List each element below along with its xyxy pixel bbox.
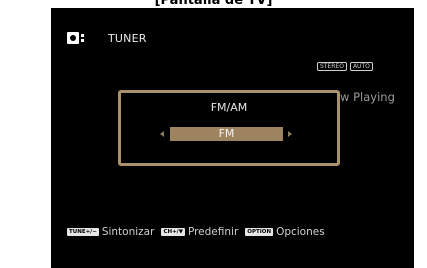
right-arrow-icon[interactable] (288, 131, 292, 137)
channel-key-icon: CH+/▼ (161, 228, 185, 236)
auto-badge: AUTO (349, 62, 373, 71)
status-badges: STEREO AUTO (317, 62, 373, 71)
preset-hint-label: Predefinir (187, 226, 239, 238)
options-hint-label: Opciones (276, 226, 325, 238)
band-select-dialog: FM/AM FM (118, 90, 340, 166)
tune-hint-label: Sintonizar (101, 226, 155, 238)
left-arrow-icon[interactable] (160, 131, 164, 137)
radio-icon (67, 32, 84, 44)
tune-key-icon: TUNE+/− (67, 228, 99, 236)
stereo-badge: STEREO (317, 62, 347, 71)
band-value-selector[interactable]: FM (170, 127, 283, 141)
option-key-icon: OPTION (245, 228, 274, 236)
dialog-title: FM/AM (210, 101, 248, 114)
source-label: TUNER (108, 32, 147, 45)
tv-screen: TUNER STEREO AUTO ow Playing FM/AM FM TU… (51, 8, 414, 268)
footer-hints: TUNE+/− Sintonizar CH+/▼ Predefinir OPTI… (67, 226, 332, 238)
screen-caption: [Pantalla de TV] (154, 0, 273, 8)
now-playing-label: ow Playing (333, 90, 395, 104)
